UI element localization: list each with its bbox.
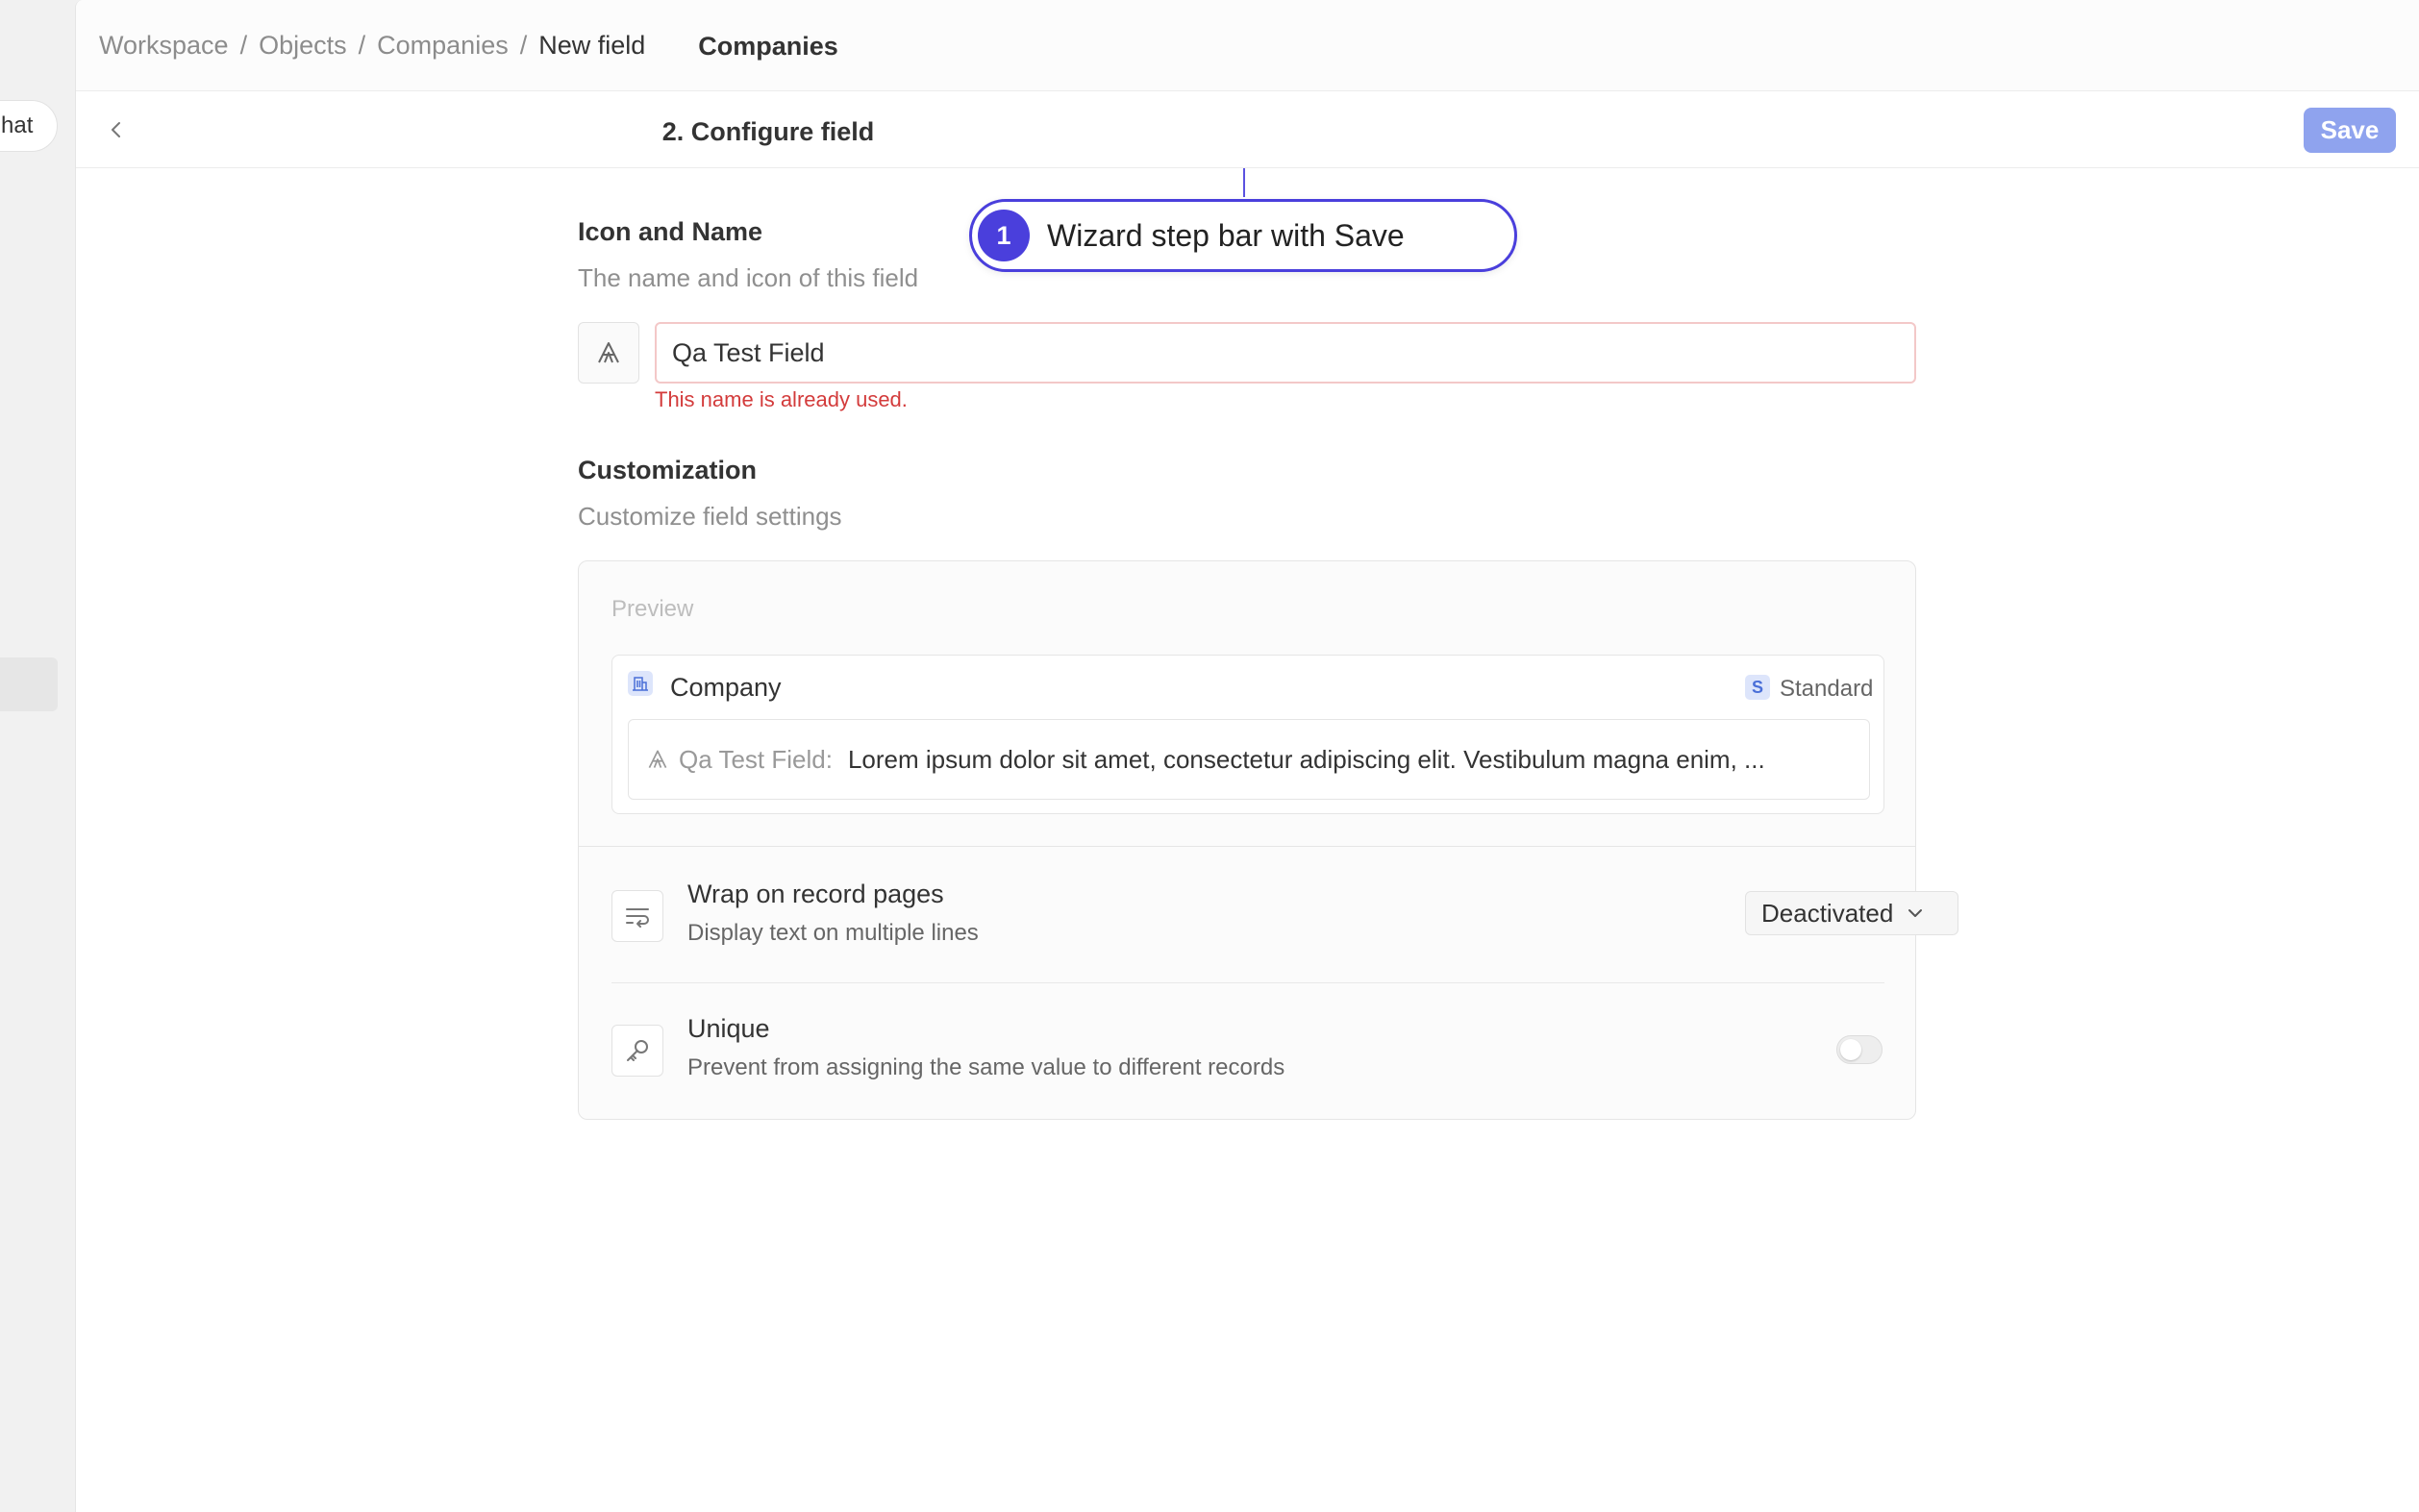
customization-card: Preview Company S Standard Qa Test Field… <box>578 560 1958 1120</box>
wrap-option-title: Wrap on record pages <box>687 880 944 908</box>
preview-box: Company S Standard Qa Test Field: Lorem … <box>611 655 1884 814</box>
chat-button-label: hat <box>1 112 34 138</box>
preview-field-row: Qa Test Field: Lorem ipsum dolor sit ame… <box>628 719 1870 800</box>
icon-name-description: The name and icon of this field <box>578 263 919 292</box>
wizard-step-bar: 2. Configure field Save <box>76 91 2419 168</box>
key-icon <box>611 1025 663 1077</box>
preview-object-label: Company <box>670 673 782 702</box>
option-divider <box>611 982 1884 983</box>
text-a-icon <box>598 342 619 363</box>
text-wrap-icon <box>611 890 663 942</box>
chat-button[interactable]: hat <box>0 100 58 152</box>
preview-field-value: Lorem ipsum dolor sit amet, consectetur … <box>847 744 1765 774</box>
wrap-option-description: Display text on multiple lines <box>687 920 979 946</box>
standard-badge-label: Standard <box>1780 676 1874 702</box>
standard-badge-icon: S <box>1745 675 1770 700</box>
unique-toggle[interactable] <box>1836 1035 1883 1064</box>
unique-option-title: Unique <box>687 1014 770 1043</box>
preview-field-name: Qa Test Field: <box>679 744 833 774</box>
page-title: Companies <box>698 32 838 61</box>
wrap-dropdown-value: Deactivated <box>1761 898 1894 928</box>
customization-title: Customization <box>578 456 757 484</box>
callout-number: 1 <box>978 210 1030 261</box>
unique-option-description: Prevent from assigning the same value to… <box>687 1054 1285 1080</box>
icon-name-title: Icon and Name <box>578 217 763 246</box>
callout-text: Wizard step bar with Save <box>1047 217 1405 253</box>
field-name-input[interactable] <box>655 322 1916 384</box>
building-icon <box>628 671 653 696</box>
chevron-down-icon <box>1907 905 1924 922</box>
wrap-dropdown[interactable]: Deactivated <box>1745 891 1958 935</box>
icon-picker-button[interactable] <box>578 322 639 384</box>
sidebar-active-item[interactable] <box>0 657 58 711</box>
toggle-knob <box>1840 1039 1861 1060</box>
preview-label: Preview <box>611 596 694 622</box>
left-sidebar: hat <box>0 0 75 1512</box>
annotation-callout: 1 Wizard step bar with Save <box>969 199 1517 272</box>
name-error-message: This name is already used. <box>655 387 908 411</box>
callout-connector <box>1243 168 1245 197</box>
step-title: 2. Configure field <box>661 117 875 146</box>
text-a-icon <box>648 750 667 768</box>
save-button[interactable]: Save <box>2304 108 2396 153</box>
card-divider <box>579 846 1915 847</box>
top-bar: Workspace / Objects / Companies / New fi… <box>76 0 2419 91</box>
customization-description: Customize field settings <box>578 502 842 531</box>
main-panel: Workspace / Objects / Companies / New fi… <box>75 0 2419 1512</box>
